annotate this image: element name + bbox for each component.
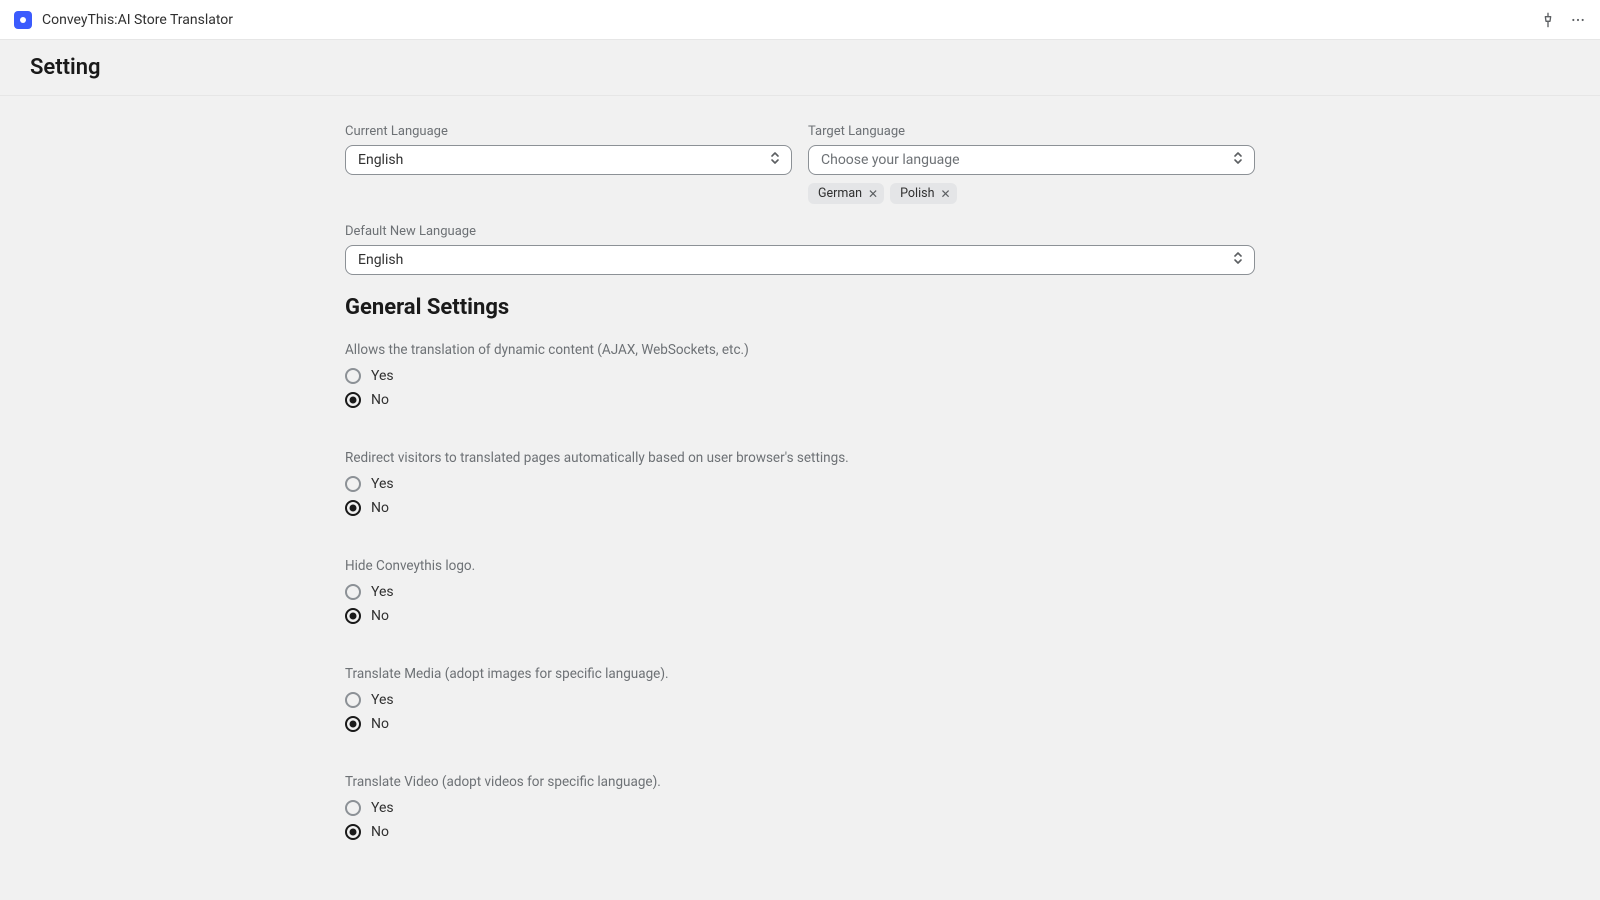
radio-label: Yes	[371, 368, 394, 384]
radio-label: No	[371, 392, 389, 408]
question-text: Translate Video (adopt videos for specif…	[345, 774, 1255, 790]
radio-icon	[345, 584, 361, 600]
language-tag-label: German	[818, 186, 862, 201]
radio-label: No	[371, 500, 389, 516]
close-icon[interactable]: ✕	[868, 188, 878, 200]
radio-label: Yes	[371, 800, 394, 816]
content: Current Language English Target Language…	[0, 96, 1600, 900]
page-title-row: Setting	[0, 40, 1600, 96]
default-new-language-label: Default New Language	[345, 224, 1255, 239]
default-new-language-select[interactable]: English	[345, 245, 1255, 275]
radio-icon	[345, 368, 361, 384]
app-header: ConveyThis:AI Store Translator	[0, 0, 1600, 40]
header-right	[1540, 12, 1586, 28]
default-language-row: Default New Language English	[345, 224, 1255, 275]
question-text: Hide Conveythis logo.	[345, 558, 1255, 574]
pin-icon[interactable]	[1540, 12, 1556, 28]
header-left: ConveyThis:AI Store Translator	[14, 11, 233, 29]
radio-icon	[345, 500, 361, 516]
radio-label: Yes	[371, 476, 394, 492]
target-language-label: Target Language	[808, 124, 1255, 139]
radio-no[interactable]: No	[345, 824, 1255, 840]
radio-no[interactable]: No	[345, 716, 1255, 732]
question-dynamic-content: Allows the translation of dynamic conten…	[345, 342, 1255, 408]
question-auto-redirect: Redirect visitors to translated pages au…	[345, 450, 1255, 516]
radio-yes[interactable]: Yes	[345, 368, 1255, 384]
radio-yes[interactable]: Yes	[345, 800, 1255, 816]
current-language-select[interactable]: English	[345, 145, 792, 175]
radio-label: No	[371, 824, 389, 840]
more-icon[interactable]	[1570, 12, 1586, 28]
default-new-language-value: English	[358, 252, 403, 268]
radio-label: No	[371, 716, 389, 732]
radio-icon	[345, 476, 361, 492]
target-language-tags: German ✕ Polish ✕	[808, 183, 1255, 204]
question-text: Allows the translation of dynamic conten…	[345, 342, 1255, 358]
radio-no[interactable]: No	[345, 392, 1255, 408]
radio-yes[interactable]: Yes	[345, 584, 1255, 600]
question-translate-media: Translate Media (adopt images for specif…	[345, 666, 1255, 732]
target-language-placeholder: Choose your language	[821, 152, 960, 168]
current-language-value: English	[358, 152, 403, 168]
radio-icon	[345, 800, 361, 816]
form-wrap: Current Language English Target Language…	[345, 124, 1255, 882]
radio-label: Yes	[371, 692, 394, 708]
radio-no[interactable]: No	[345, 608, 1255, 624]
general-settings-heading: General Settings	[345, 295, 1255, 320]
language-tag: Polish ✕	[890, 183, 956, 204]
radio-icon	[345, 716, 361, 732]
target-language-col: Target Language Choose your language Ger…	[808, 124, 1255, 204]
radio-label: No	[371, 608, 389, 624]
radio-icon	[345, 392, 361, 408]
radio-yes[interactable]: Yes	[345, 692, 1255, 708]
question-hide-logo: Hide Conveythis logo. Yes No	[345, 558, 1255, 624]
chevron-updown-icon	[1232, 151, 1244, 169]
language-tag-label: Polish	[900, 186, 934, 201]
question-text: Redirect visitors to translated pages au…	[345, 450, 1255, 466]
app-title: ConveyThis:AI Store Translator	[42, 12, 233, 28]
language-tag: German ✕	[808, 183, 884, 204]
language-row: Current Language English Target Language…	[345, 124, 1255, 204]
radio-icon	[345, 692, 361, 708]
target-language-select[interactable]: Choose your language	[808, 145, 1255, 175]
question-translate-video: Translate Video (adopt videos for specif…	[345, 774, 1255, 840]
chevron-updown-icon	[769, 151, 781, 169]
page-title: Setting	[30, 55, 101, 80]
question-text: Translate Media (adopt images for specif…	[345, 666, 1255, 682]
close-icon[interactable]: ✕	[940, 188, 950, 200]
radio-yes[interactable]: Yes	[345, 476, 1255, 492]
radio-icon	[345, 824, 361, 840]
current-language-label: Current Language	[345, 124, 792, 139]
current-language-col: Current Language English	[345, 124, 792, 204]
radio-icon	[345, 608, 361, 624]
chevron-updown-icon	[1232, 251, 1244, 269]
radio-no[interactable]: No	[345, 500, 1255, 516]
app-icon	[14, 11, 32, 29]
radio-label: Yes	[371, 584, 394, 600]
